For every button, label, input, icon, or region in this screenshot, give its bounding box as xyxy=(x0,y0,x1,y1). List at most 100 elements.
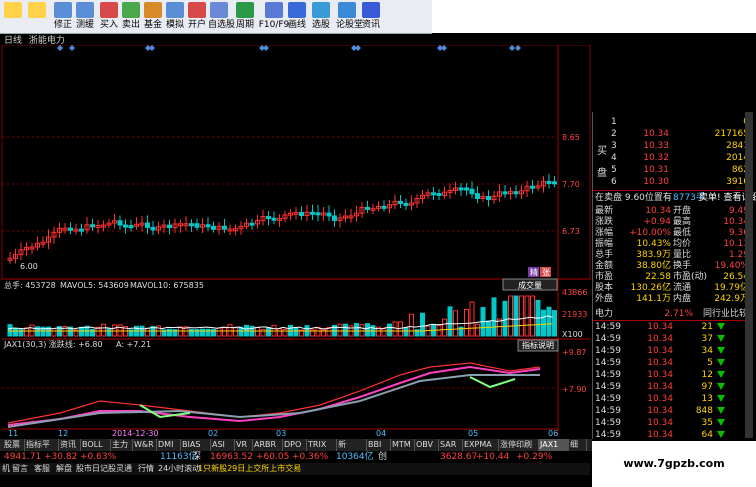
indicator-tab[interactable]: DPO xyxy=(282,439,307,451)
industry-compare-link: 同行业比较 xyxy=(703,309,749,319)
tick-price: 10.34 xyxy=(647,358,673,368)
indicator-tab[interactable]: ASI xyxy=(210,439,235,451)
toolbar-button-4[interactable]: 买入 xyxy=(98,1,120,32)
indicator-tab[interactable]: 资讯 xyxy=(58,439,81,451)
x-axis-label: 12 xyxy=(58,429,68,438)
toolbar-button-5[interactable]: 卖出 xyxy=(120,1,142,32)
tick-volume: 848 xyxy=(695,406,713,416)
account-icon xyxy=(188,2,206,18)
toolbar-button-13[interactable]: 选股 xyxy=(310,1,332,32)
tick-row: 14:59 10.34 35 xyxy=(593,417,753,429)
indicator-tab[interactable]: EXPMA xyxy=(462,439,499,451)
tick-time: 14:59 xyxy=(595,430,621,440)
indicator-tab[interactable]: VR xyxy=(234,439,253,451)
candle-body xyxy=(403,202,409,206)
indicator-tab[interactable]: OBV xyxy=(414,439,439,451)
index-value: 3628.67 xyxy=(440,452,478,462)
indicator-tab[interactable]: TRIX xyxy=(306,439,337,451)
toolbar-button-3[interactable]: 测缓 xyxy=(74,1,96,32)
volume-bar xyxy=(227,324,233,337)
orderbook-row: 3 10.33 2841 xyxy=(593,140,753,152)
indicator-axis-label: +9.87 xyxy=(562,348,587,357)
down-arrow-icon xyxy=(717,347,725,354)
toolbar-button-9[interactable]: 自选股 xyxy=(208,1,235,32)
status-item[interactable]: 股市日记 xyxy=(76,463,108,475)
indicator-tab[interactable]: 主力 xyxy=(110,439,133,451)
indicator-tab[interactable]: 新DMA xyxy=(336,439,367,461)
candle-body xyxy=(249,222,255,226)
price-panel-frame xyxy=(1,45,591,280)
volume-bar xyxy=(95,326,101,337)
down-arrow-icon xyxy=(717,383,725,390)
tick-time: 14:59 xyxy=(595,334,621,344)
stat-value: 141.1万 xyxy=(636,294,671,304)
status-item[interactable]: 机 xyxy=(2,463,10,475)
indicator-tab[interactable]: SAR xyxy=(438,439,463,451)
indicator-tab[interactable]: 涨停印刷胶 xyxy=(498,439,539,461)
toolbar-button-12[interactable]: 画线 xyxy=(286,1,308,32)
orderbook-volume: 2014 xyxy=(726,153,749,163)
status-item[interactable]: 留言 xyxy=(12,463,28,475)
volume-bar xyxy=(194,329,200,337)
kline-chart[interactable]: 8.65 7.70 6.73 6.00 总手: 453728 MAVOL5: 543609… xyxy=(0,45,592,439)
candle-body xyxy=(469,188,475,195)
status-item[interactable]: 行情 xyxy=(138,463,154,475)
toolbar-button-6[interactable]: 基金 xyxy=(142,1,164,32)
volume-bar xyxy=(381,328,387,337)
index-value: 16963.52 xyxy=(210,452,253,462)
indicator-tab[interactable]: BIAS xyxy=(180,439,211,451)
candle-body xyxy=(68,227,73,231)
indicator-tab[interactable]: BOLL xyxy=(80,439,111,451)
down-arrow-icon xyxy=(717,407,725,414)
x-axis-label: 03 xyxy=(276,429,286,438)
orderbook-price: 10.33 xyxy=(643,141,669,151)
toolbar-button-label: 测缓 xyxy=(75,20,94,30)
indicator-tab[interactable]: JAX1 xyxy=(538,439,569,451)
volume-bar xyxy=(541,309,546,337)
toolbar-button-1[interactable] xyxy=(26,1,48,32)
volume-bar xyxy=(403,327,409,337)
stat-key: 内盘 xyxy=(673,294,692,304)
down-arrow-icon xyxy=(717,359,725,366)
marker-icon xyxy=(515,45,521,51)
tick-row: 14:59 10.34 97 xyxy=(593,381,753,393)
indicator-tab[interactable]: W&R xyxy=(132,439,157,451)
toolbar-button-15[interactable]: 资讯 xyxy=(360,1,382,32)
indicator-tab[interactable]: MTM xyxy=(390,439,415,451)
tick-time: 14:59 xyxy=(595,358,621,368)
toolbar-button-label: 开户 xyxy=(187,20,206,30)
candle-body xyxy=(436,193,442,197)
candle-body xyxy=(222,225,227,230)
back-icon xyxy=(4,2,22,18)
status-item[interactable]: 1只新股29日上交所上市交易 xyxy=(198,463,301,475)
indicator-tab[interactable]: ARBR xyxy=(252,439,283,451)
toolbar-button-7[interactable]: 模拟 xyxy=(164,1,186,32)
toolbar-button-14[interactable]: 论股堂 xyxy=(336,1,363,32)
orderbook-volume: 3916 xyxy=(726,177,749,187)
candle-body xyxy=(546,180,552,184)
indicator-tab[interactable]: 股票 xyxy=(2,439,25,451)
tick-time: 14:59 xyxy=(595,382,621,392)
toolbar-button-10[interactable]: 周期 xyxy=(234,1,256,32)
x-axis-label: 06 xyxy=(548,429,558,438)
volume-bar xyxy=(7,324,13,337)
panel-scrollbar[interactable] xyxy=(745,112,753,438)
status-item[interactable]: 股灵通 xyxy=(108,463,132,475)
toolbar-button-0[interactable] xyxy=(2,1,24,32)
volume-bar xyxy=(101,323,106,337)
candle-body xyxy=(464,187,469,191)
indicator-tab[interactable]: 细 xyxy=(568,439,587,451)
marker-icon xyxy=(69,45,75,51)
indicator-tab[interactable]: DMI xyxy=(156,439,181,451)
candle-body xyxy=(381,205,387,209)
volume-header-2: MAVOL10: 675835 xyxy=(130,281,204,290)
toolbar-button-8[interactable]: 开户 xyxy=(186,1,208,32)
toolbar-button-2[interactable]: 修正 xyxy=(52,1,74,32)
orderbook-volume: 217165 xyxy=(714,129,749,139)
indicator-tab[interactable]: BBI xyxy=(366,439,391,451)
status-item[interactable]: 24小时滚动 xyxy=(158,463,200,475)
stat-key: 外盘 xyxy=(595,294,614,304)
indicator-tab[interactable]: 指标平台 xyxy=(24,439,59,461)
status-item[interactable]: 解盘 xyxy=(56,463,72,475)
status-item[interactable]: 客服 xyxy=(34,463,50,475)
